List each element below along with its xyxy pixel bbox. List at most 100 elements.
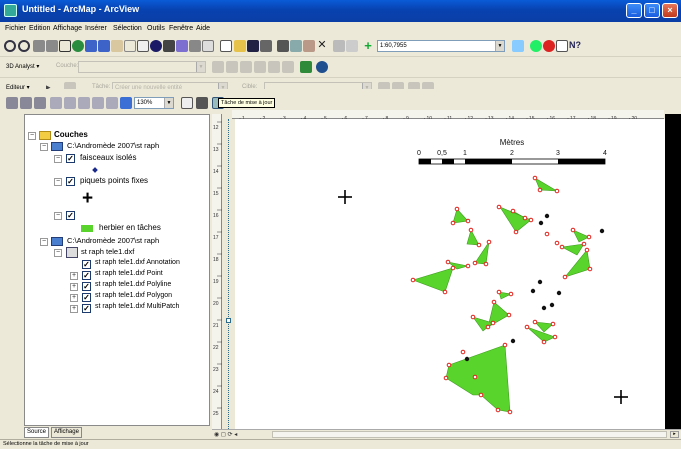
- menu-fenetre[interactable]: Fenêtre: [169, 25, 193, 32]
- layer-checkbox[interactable]: ✓: [66, 154, 75, 163]
- new-document-icon[interactable]: [220, 40, 232, 52]
- layer-checkbox[interactable]: ✓: [82, 260, 91, 269]
- previous-extent-icon[interactable]: [106, 97, 118, 109]
- view-switch-icons[interactable]: ◉ ◻ ⟳ ◂: [214, 431, 264, 439]
- toolbox-icon[interactable]: [543, 40, 555, 52]
- toc-group-2[interactable]: C:\Andromède 2007\st raph: [67, 236, 159, 247]
- menu-aide[interactable]: Aide: [196, 25, 210, 32]
- layout-pan-icon[interactable]: [34, 97, 46, 109]
- menu-affichage[interactable]: Affichage: [53, 25, 82, 32]
- clear-selection-icon[interactable]: [124, 40, 136, 52]
- toc-group-1[interactable]: C:\Andromède 2007\st raph: [67, 141, 159, 152]
- fixed-zoom-out-icon[interactable]: [46, 40, 58, 52]
- layer-combo[interactable]: ▼: [78, 61, 206, 73]
- find-icon[interactable]: [163, 40, 175, 52]
- close-button[interactable]: ×: [662, 3, 678, 18]
- hyperlink-icon[interactable]: [202, 40, 214, 52]
- toggle-draft-mode-icon[interactable]: [181, 97, 193, 109]
- chevron-down-icon[interactable]: ▼: [164, 98, 173, 108]
- analyst-menu[interactable]: 3D Analyst ▾: [6, 63, 39, 70]
- zoom-100-icon[interactable]: [64, 97, 76, 109]
- layer-checkbox[interactable]: ✓: [66, 177, 75, 186]
- whats-this-icon[interactable]: N?: [569, 40, 581, 52]
- map-scale-combo[interactable]: 1:60,7955 ▼: [377, 40, 505, 52]
- next-extent-icon[interactable]: [120, 97, 132, 109]
- expand-icon[interactable]: +: [70, 283, 78, 291]
- layout-zoom-in-icon[interactable]: [6, 97, 18, 109]
- scroll-right-icon[interactable]: ▸: [670, 431, 679, 438]
- fixed-zoom-in-icon[interactable]: [33, 40, 45, 52]
- menu-outils[interactable]: Outils: [147, 25, 165, 32]
- layer-checkbox[interactable]: ✓: [66, 211, 75, 220]
- layer-checkbox[interactable]: ✓: [82, 282, 91, 291]
- editor-toolbar-icon[interactable]: [512, 40, 524, 52]
- collapse-icon[interactable]: −: [54, 178, 62, 186]
- menu-selection[interactable]: Sélection: [113, 25, 142, 32]
- arcscene-icon[interactable]: [300, 61, 312, 73]
- fixed-zoom-out-layout-icon[interactable]: [92, 97, 104, 109]
- scroll-track[interactable]: [272, 431, 667, 438]
- save-icon[interactable]: [247, 40, 259, 52]
- toc-root[interactable]: Couches: [54, 130, 88, 141]
- go-to-xy-icon[interactable]: [176, 40, 188, 52]
- collapse-icon[interactable]: −: [54, 155, 62, 163]
- undo-icon[interactable]: [333, 40, 345, 52]
- menu-edition[interactable]: Edition: [29, 25, 50, 32]
- expand-icon[interactable]: +: [70, 305, 78, 313]
- identify-icon[interactable]: [150, 40, 162, 52]
- tab-display[interactable]: Affichage: [51, 427, 82, 438]
- sublayer-polyline[interactable]: st raph tele1.dxf Polyline: [95, 281, 171, 292]
- pan-icon[interactable]: [59, 40, 71, 52]
- change-layout-icon[interactable]: [196, 97, 208, 109]
- chevron-down-icon[interactable]: ▼: [495, 41, 504, 51]
- redo-icon[interactable]: [346, 40, 358, 52]
- add-data-icon[interactable]: +: [362, 39, 374, 52]
- maximize-button[interactable]: □: [644, 3, 660, 18]
- measure-icon[interactable]: [189, 40, 201, 52]
- tab-source[interactable]: Source: [24, 427, 50, 438]
- open-folder-icon[interactable]: [234, 40, 246, 52]
- print-icon[interactable]: [260, 40, 272, 52]
- paste-icon[interactable]: [303, 40, 315, 52]
- toc-dxf[interactable]: st raph tele1.dxf: [81, 247, 134, 258]
- cut-icon[interactable]: [277, 40, 289, 52]
- sublayer-multipatch[interactable]: st raph tele1.dxf MultiPatch: [95, 303, 179, 314]
- full-extent-icon[interactable]: [72, 40, 84, 52]
- arcglobe-icon[interactable]: [316, 61, 328, 73]
- collapse-icon[interactable]: −: [54, 249, 62, 257]
- collapse-icon[interactable]: −: [54, 212, 62, 220]
- zoom-out-icon[interactable]: [18, 40, 30, 52]
- layer-piquets[interactable]: piquets points fixes: [80, 176, 148, 187]
- catalog-icon[interactable]: [530, 40, 542, 52]
- menu-fichier[interactable]: Fichier: [5, 25, 26, 32]
- expand-icon[interactable]: +: [70, 272, 78, 280]
- collapse-icon[interactable]: −: [40, 238, 48, 246]
- forward-arrow-icon[interactable]: [98, 40, 110, 52]
- guide-handle[interactable]: [226, 318, 231, 323]
- menu-inserer[interactable]: Insérer: [85, 25, 107, 32]
- zoom-whole-page-icon[interactable]: [50, 97, 62, 109]
- layer-checkbox[interactable]: ✓: [82, 293, 91, 302]
- expand-icon[interactable]: +: [70, 294, 78, 302]
- zoom-combo[interactable]: 130% ▼: [134, 97, 174, 109]
- sublayer-point[interactable]: st raph tele1.dxf Point: [95, 270, 163, 281]
- layer-herbier[interactable]: herbier en tâches: [99, 223, 161, 234]
- layer-checkbox[interactable]: ✓: [82, 271, 91, 280]
- collapse-icon[interactable]: −: [28, 132, 36, 140]
- sublayer-annotation[interactable]: st raph tele1.dxf Annotation: [95, 259, 180, 270]
- command-line-icon[interactable]: [556, 40, 568, 52]
- zoom-in-icon[interactable]: [4, 40, 16, 52]
- select-features-icon[interactable]: [111, 40, 123, 52]
- layout-zoom-out-icon[interactable]: [20, 97, 32, 109]
- sublayer-polygon[interactable]: st raph tele1.dxf Polygon: [95, 292, 172, 303]
- copy-icon[interactable]: [290, 40, 302, 52]
- select-elements-icon[interactable]: [137, 40, 149, 52]
- layer-checkbox[interactable]: ✓: [82, 304, 91, 313]
- collapse-icon[interactable]: −: [40, 143, 48, 151]
- back-arrow-icon[interactable]: [85, 40, 97, 52]
- fixed-zoom-in-layout-icon[interactable]: [78, 97, 90, 109]
- chevron-down-icon[interactable]: ▼: [196, 62, 205, 72]
- horizontal-scrollbar[interactable]: ◉ ◻ ⟳ ◂ ▸: [212, 429, 681, 439]
- map-layout[interactable]: Mètres 0 0,5 1 2 3 4: [235, 119, 665, 429]
- layer-faisceaux[interactable]: faisceaux isolés: [80, 153, 136, 164]
